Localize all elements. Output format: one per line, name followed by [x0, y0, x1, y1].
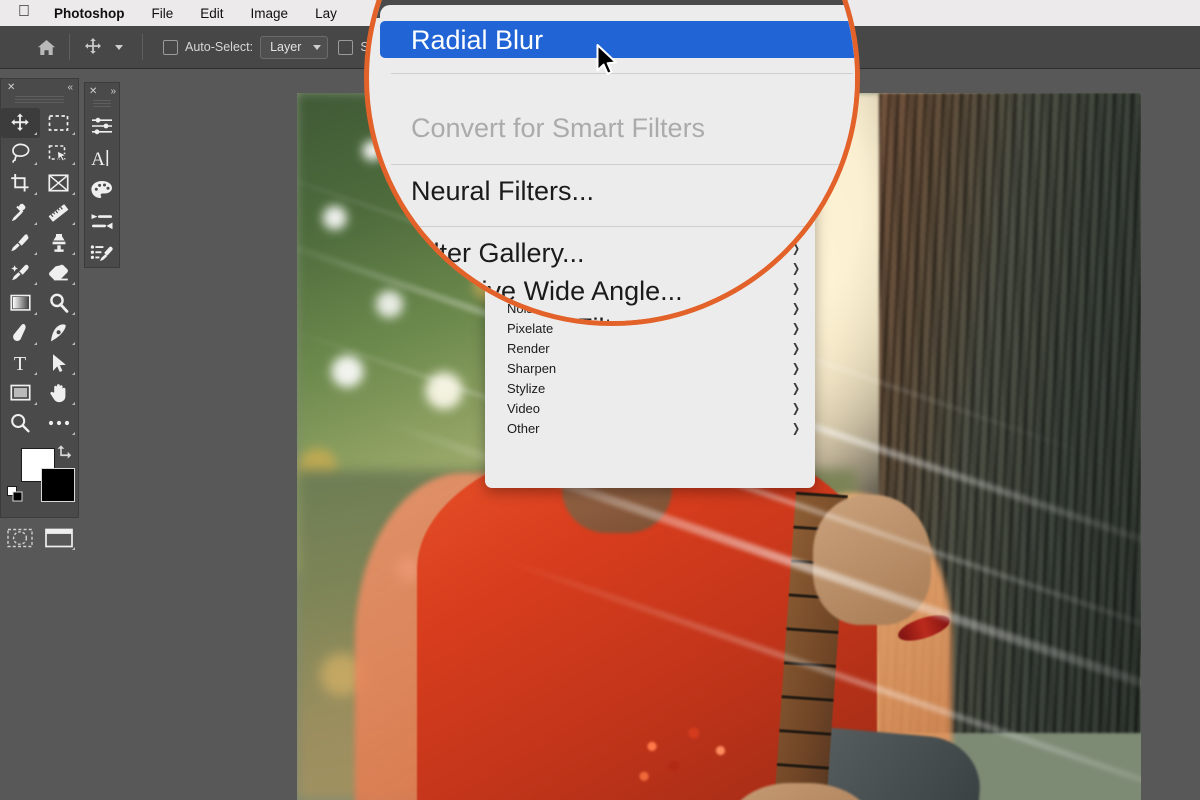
chevron-right-icon: ❯ [791, 341, 800, 355]
magnified-label: Neural Filters... [411, 175, 595, 206]
tool-frame-tool[interactable] [40, 168, 79, 198]
tools-panel: ✕ « T [0, 78, 79, 550]
background-color-swatch[interactable] [41, 468, 75, 502]
magnified-row-filter-gallery[interactable]: Filter Gallery... [369, 237, 855, 268]
home-icon[interactable] [33, 34, 59, 60]
tool-edit-toolbar-ellipsis-icon[interactable] [40, 408, 79, 438]
tool-pen-tool[interactable] [40, 318, 79, 348]
magnified-row-convert-smart-filters: Convert for Smart Filters [369, 112, 855, 143]
menu-label: Pixelate [507, 320, 554, 336]
menu-item-layer[interactable]: Lay [315, 6, 337, 21]
panel-adjustments-sliders-icon[interactable] [85, 110, 119, 142]
magnified-label: Filter Gallery... [411, 237, 585, 268]
menu-row-sharpen[interactable]: Sharpen ❯ [485, 358, 815, 378]
magnified-label: Adaptive Wide Angle... [411, 275, 683, 306]
magnified-row-adaptive-wide-angle[interactable]: Adaptive Wide Angle... [369, 275, 855, 306]
screen-mode-icon[interactable] [40, 523, 79, 553]
chevron-right-icon: ❯ [791, 401, 800, 415]
quick-mask-icon[interactable] [1, 523, 40, 553]
tool-clone-stamp-tool[interactable] [40, 228, 79, 258]
chevron-down-icon [313, 44, 322, 50]
tool-object-selection-tool[interactable] [40, 138, 79, 168]
chevron-right-icon: ❯ [791, 321, 800, 335]
menu-label: Render [507, 340, 550, 356]
menu-item-file[interactable]: File [152, 6, 174, 21]
swap-colors-icon[interactable] [57, 444, 72, 464]
close-icon[interactable]: ✕ [7, 82, 15, 93]
mouse-cursor-arrow-icon [596, 44, 620, 83]
tools-panel-grip[interactable] [15, 96, 64, 105]
tool-zoom-tool[interactable] [1, 408, 40, 438]
secondary-panel-grip[interactable] [93, 100, 111, 108]
menu-label: Sharpen [507, 360, 557, 376]
magnified-divider [391, 164, 853, 165]
tool-dodge-tool[interactable] [40, 288, 79, 318]
svg-text:A: A [91, 149, 105, 169]
tool-hand-tool[interactable] [40, 378, 79, 408]
menu-row-render[interactable]: Render ❯ [485, 338, 815, 358]
tool-type-tool[interactable]: T [1, 348, 40, 378]
tool-path-selection-tool[interactable] [40, 348, 79, 378]
menu-label: Other [507, 420, 540, 436]
magnified-label: Convert for Smart Filters [411, 112, 706, 143]
magnified-label: Radial Blur [411, 24, 544, 55]
tool-spot-healing-brush-tool[interactable] [1, 258, 40, 288]
menu-label: Video [507, 400, 541, 416]
auto-select-value: Layer [270, 40, 302, 54]
tool-blur-tool[interactable] [1, 318, 40, 348]
tool-move-tool[interactable] [1, 108, 40, 138]
magnified-divider [391, 226, 853, 227]
auto-select-dropdown[interactable]: Layer [260, 35, 329, 59]
tools-panel-header: ✕ « [1, 79, 78, 96]
chevron-double-right-icon[interactable]: » [110, 86, 115, 97]
tool-lasso-tool[interactable] [1, 138, 40, 168]
magnified-divider [391, 73, 853, 74]
menu-label: Stylize [507, 380, 546, 396]
panel-brushes-list-icon[interactable] [85, 238, 119, 270]
panel-brush-settings-icon[interactable] [85, 206, 119, 238]
chevron-double-left-icon[interactable]: « [67, 82, 72, 93]
move-tool-icon[interactable] [80, 34, 106, 60]
tool-crop-tool[interactable] [1, 168, 40, 198]
tool-eraser-tool[interactable] [40, 258, 79, 288]
tool-preset-chevron-down-icon[interactable] [106, 34, 132, 60]
chevron-right-icon: ❯ [791, 361, 800, 375]
color-swatches [1, 442, 78, 514]
secondary-panels-dock: ✕ » A [84, 82, 120, 268]
magnified-row-neural-filters[interactable]: Neural Filters... [369, 175, 855, 206]
tool-rectangle-tool[interactable] [1, 378, 40, 408]
menu-row-stylize[interactable]: Stylize ❯ [485, 378, 815, 398]
panel-character-text-icon[interactable]: A [85, 142, 119, 174]
tool-gradient-tool[interactable] [1, 288, 40, 318]
panel-swatches-palette-icon[interactable] [85, 174, 119, 206]
tool-ruler-tool[interactable] [40, 198, 79, 228]
auto-select-checkbox[interactable] [163, 39, 178, 55]
menu-item-photoshop[interactable]: Photoshop [54, 6, 125, 21]
tool-rectangular-marquee-tool[interactable] [40, 108, 79, 138]
menu-row-video[interactable]: Video ❯ [485, 398, 815, 418]
default-colors-icon[interactable] [7, 486, 23, 507]
show-transform-checkbox[interactable] [338, 39, 354, 55]
menu-row-other[interactable]: Other ❯ [485, 418, 815, 438]
auto-select-label: Auto-Select: [185, 40, 254, 54]
menu-item-image[interactable]: Image [251, 6, 289, 21]
svg-text:T: T [14, 353, 26, 373]
tool-brush-tool[interactable] [1, 228, 40, 258]
secondary-panel-header: ✕ » [85, 83, 119, 100]
tools-grid: T [1, 108, 78, 438]
chevron-right-icon: ❯ [791, 421, 800, 435]
close-icon[interactable]: ✕ [89, 86, 97, 97]
menu-item-edit[interactable]: Edit [200, 6, 223, 21]
chevron-right-icon: ❯ [791, 381, 800, 395]
apple-logo-icon[interactable]:  [18, 4, 30, 20]
tool-eyedropper-tool[interactable] [1, 198, 40, 228]
